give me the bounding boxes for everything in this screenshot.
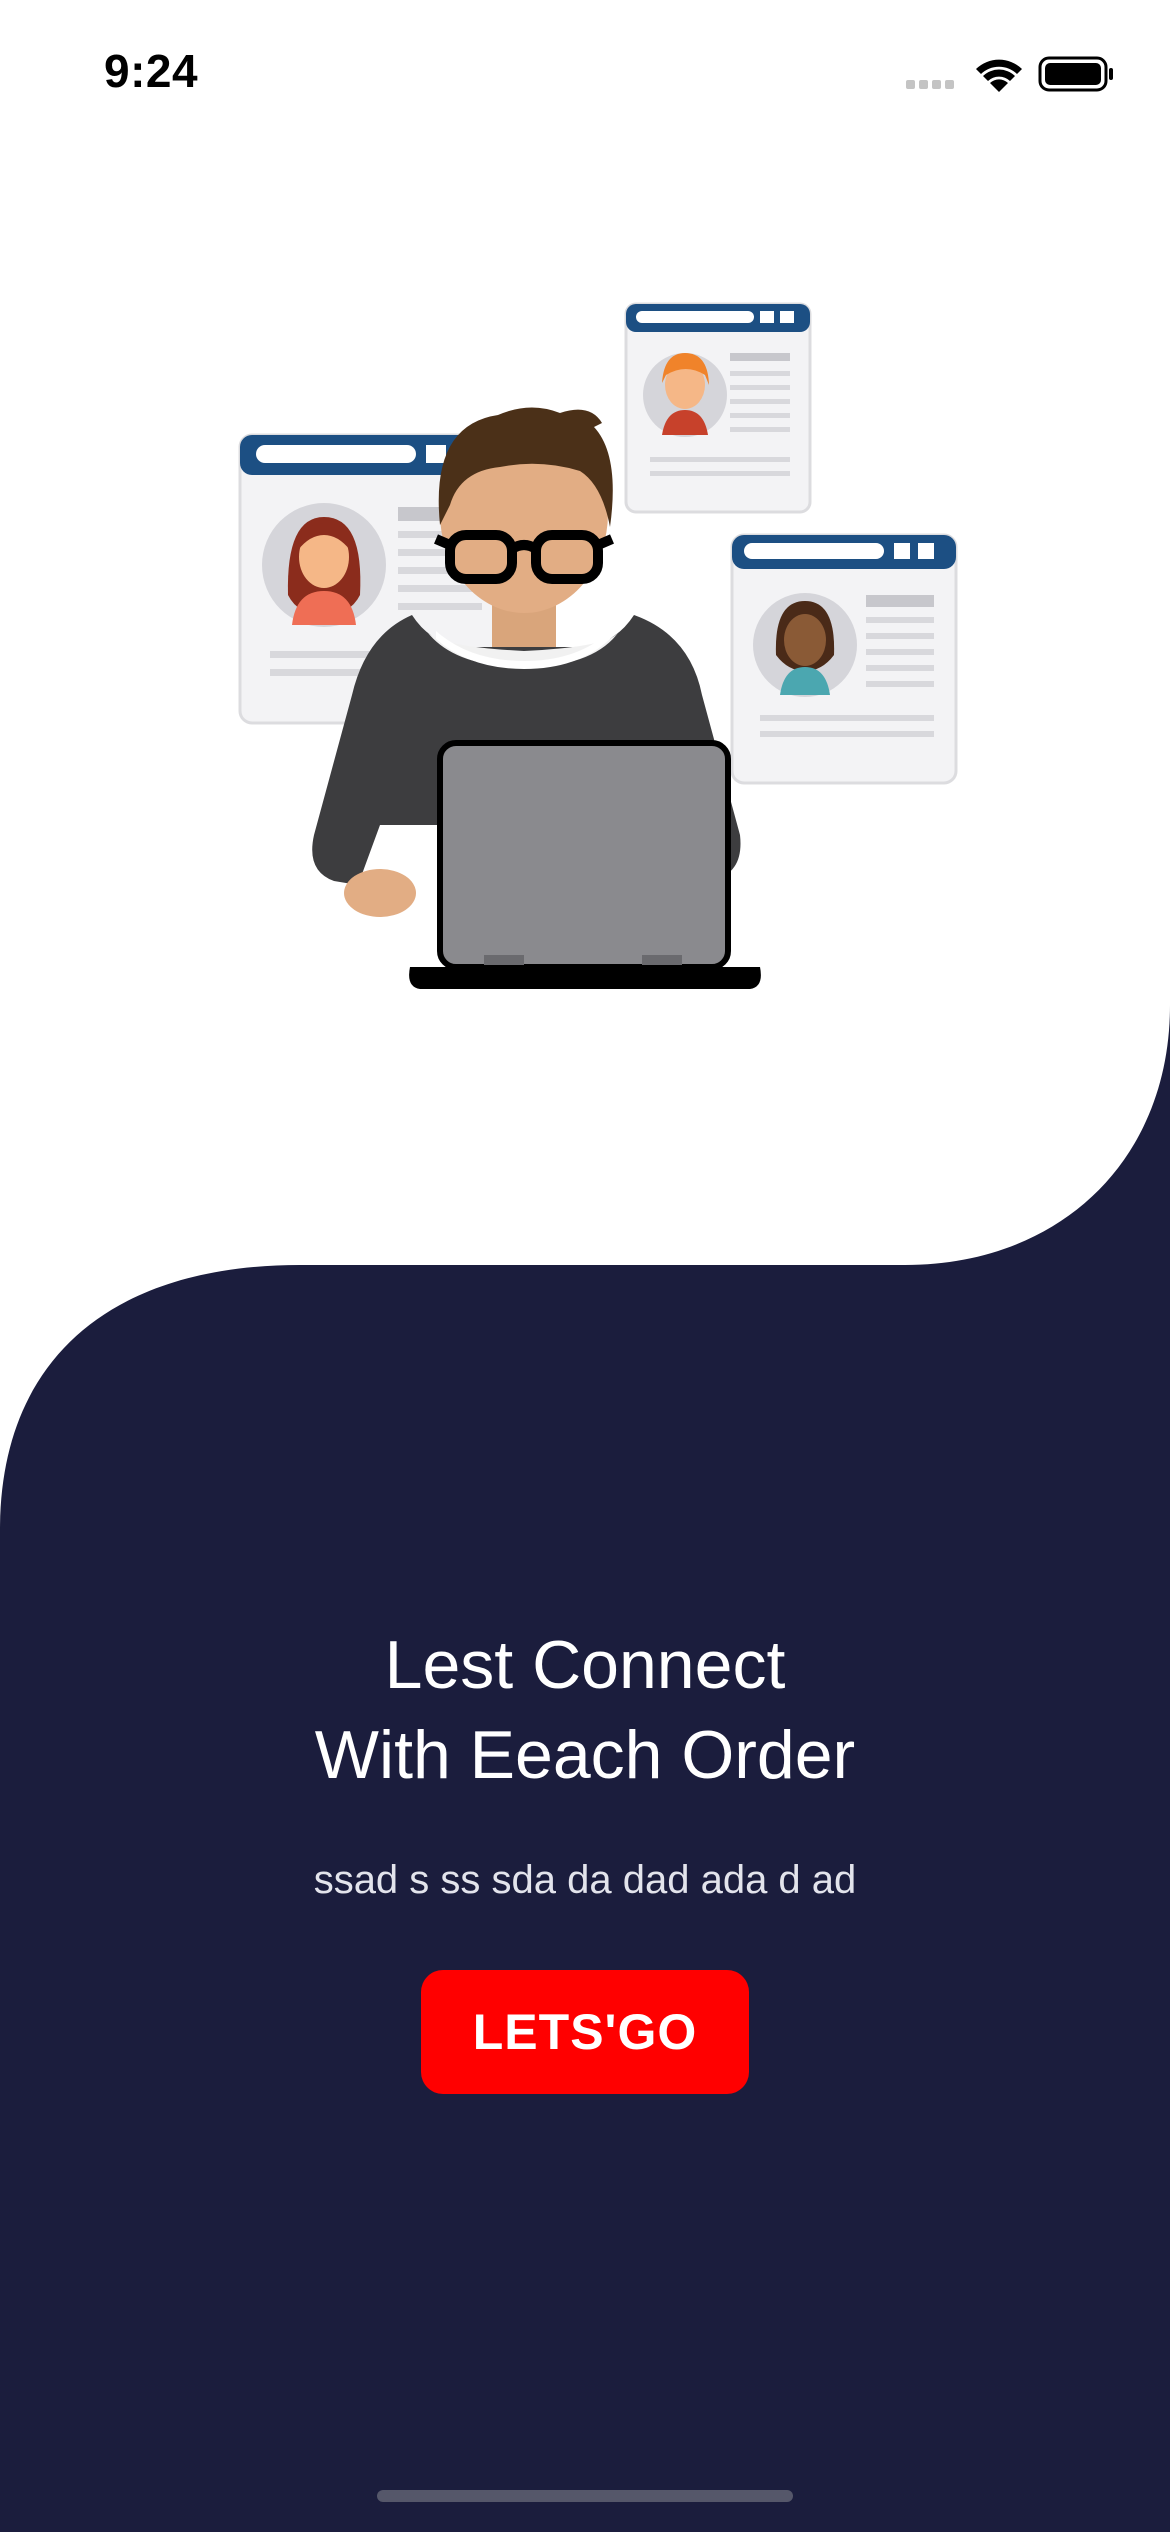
- onboarding-screen: 9:24 Lest Connect With Eeach Order ssad …: [0, 0, 1170, 2532]
- wifi-icon: [976, 59, 1022, 92]
- laptop: [409, 740, 761, 989]
- home-indicator[interactable]: [377, 2490, 793, 2502]
- person-with-laptop-illustration: [238, 302, 958, 989]
- battery-icon: [1038, 56, 1113, 92]
- signal-icon: [906, 80, 954, 89]
- status-bar: 9:24: [0, 0, 1170, 150]
- headline: Lest Connect With Eeach Order: [0, 1620, 1170, 1800]
- status-time: 9:24: [104, 45, 199, 97]
- subtitle: ssad s ss sda da dad ada d ad: [313, 1858, 857, 1902]
- lets-go-button[interactable]: LETS'GO: [421, 1970, 749, 2094]
- headline-line-2: With Eeach Order: [314, 1717, 856, 1793]
- profile-card-right: [730, 533, 958, 785]
- headline-line-1: Lest Connect: [384, 1627, 786, 1703]
- profile-card-top: [624, 302, 812, 514]
- status-icons: [906, 56, 1113, 92]
